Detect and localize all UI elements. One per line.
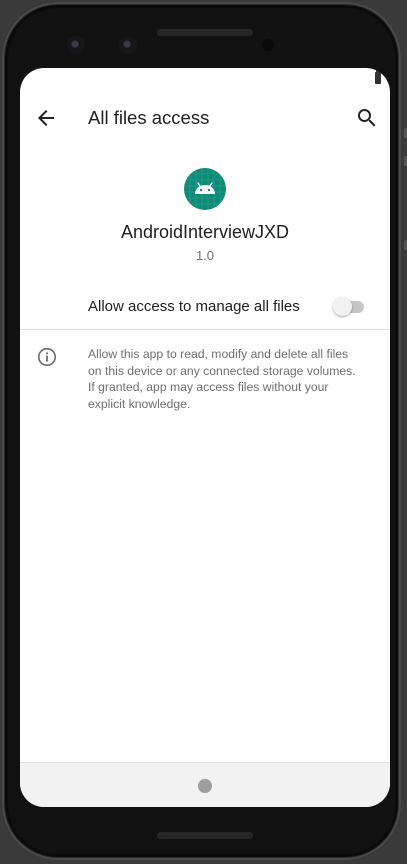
app-icon [184, 168, 226, 210]
battery-icon [375, 70, 381, 84]
navigation-bar [20, 762, 390, 807]
phone-frame: All files access AndroidInterviewJXD 1.0… [2, 2, 401, 860]
sensor [262, 39, 274, 51]
front-camera-left [67, 36, 85, 54]
home-button[interactable] [198, 779, 212, 793]
screen: All files access AndroidInterviewJXD 1.0… [20, 68, 390, 807]
app-bar: All files access [20, 96, 390, 140]
search-icon [358, 109, 376, 127]
android-robot-icon [184, 168, 226, 210]
arrow-back-icon [38, 110, 54, 126]
status-bar [20, 68, 390, 86]
page-title: All files access [88, 107, 210, 128]
app-version: 1.0 [195, 248, 215, 263]
info-icon [37, 347, 57, 367]
divider [20, 329, 390, 330]
manage-files-toggle-row[interactable]: Allow access to manage all files [20, 286, 390, 330]
toggle-thumb[interactable] [333, 297, 352, 316]
info-icon-wrapper [36, 346, 58, 368]
search-button[interactable] [355, 106, 379, 130]
app-name: AndroidInterviewJXD [120, 222, 290, 242]
info-description: Allow this app to read, modify and delet… [88, 347, 356, 411]
bottom-speaker [157, 832, 253, 839]
top-speaker [157, 29, 253, 36]
back-button[interactable] [34, 106, 58, 130]
front-camera-right [119, 36, 137, 54]
toggle-label: Allow access to manage all files [88, 298, 300, 315]
